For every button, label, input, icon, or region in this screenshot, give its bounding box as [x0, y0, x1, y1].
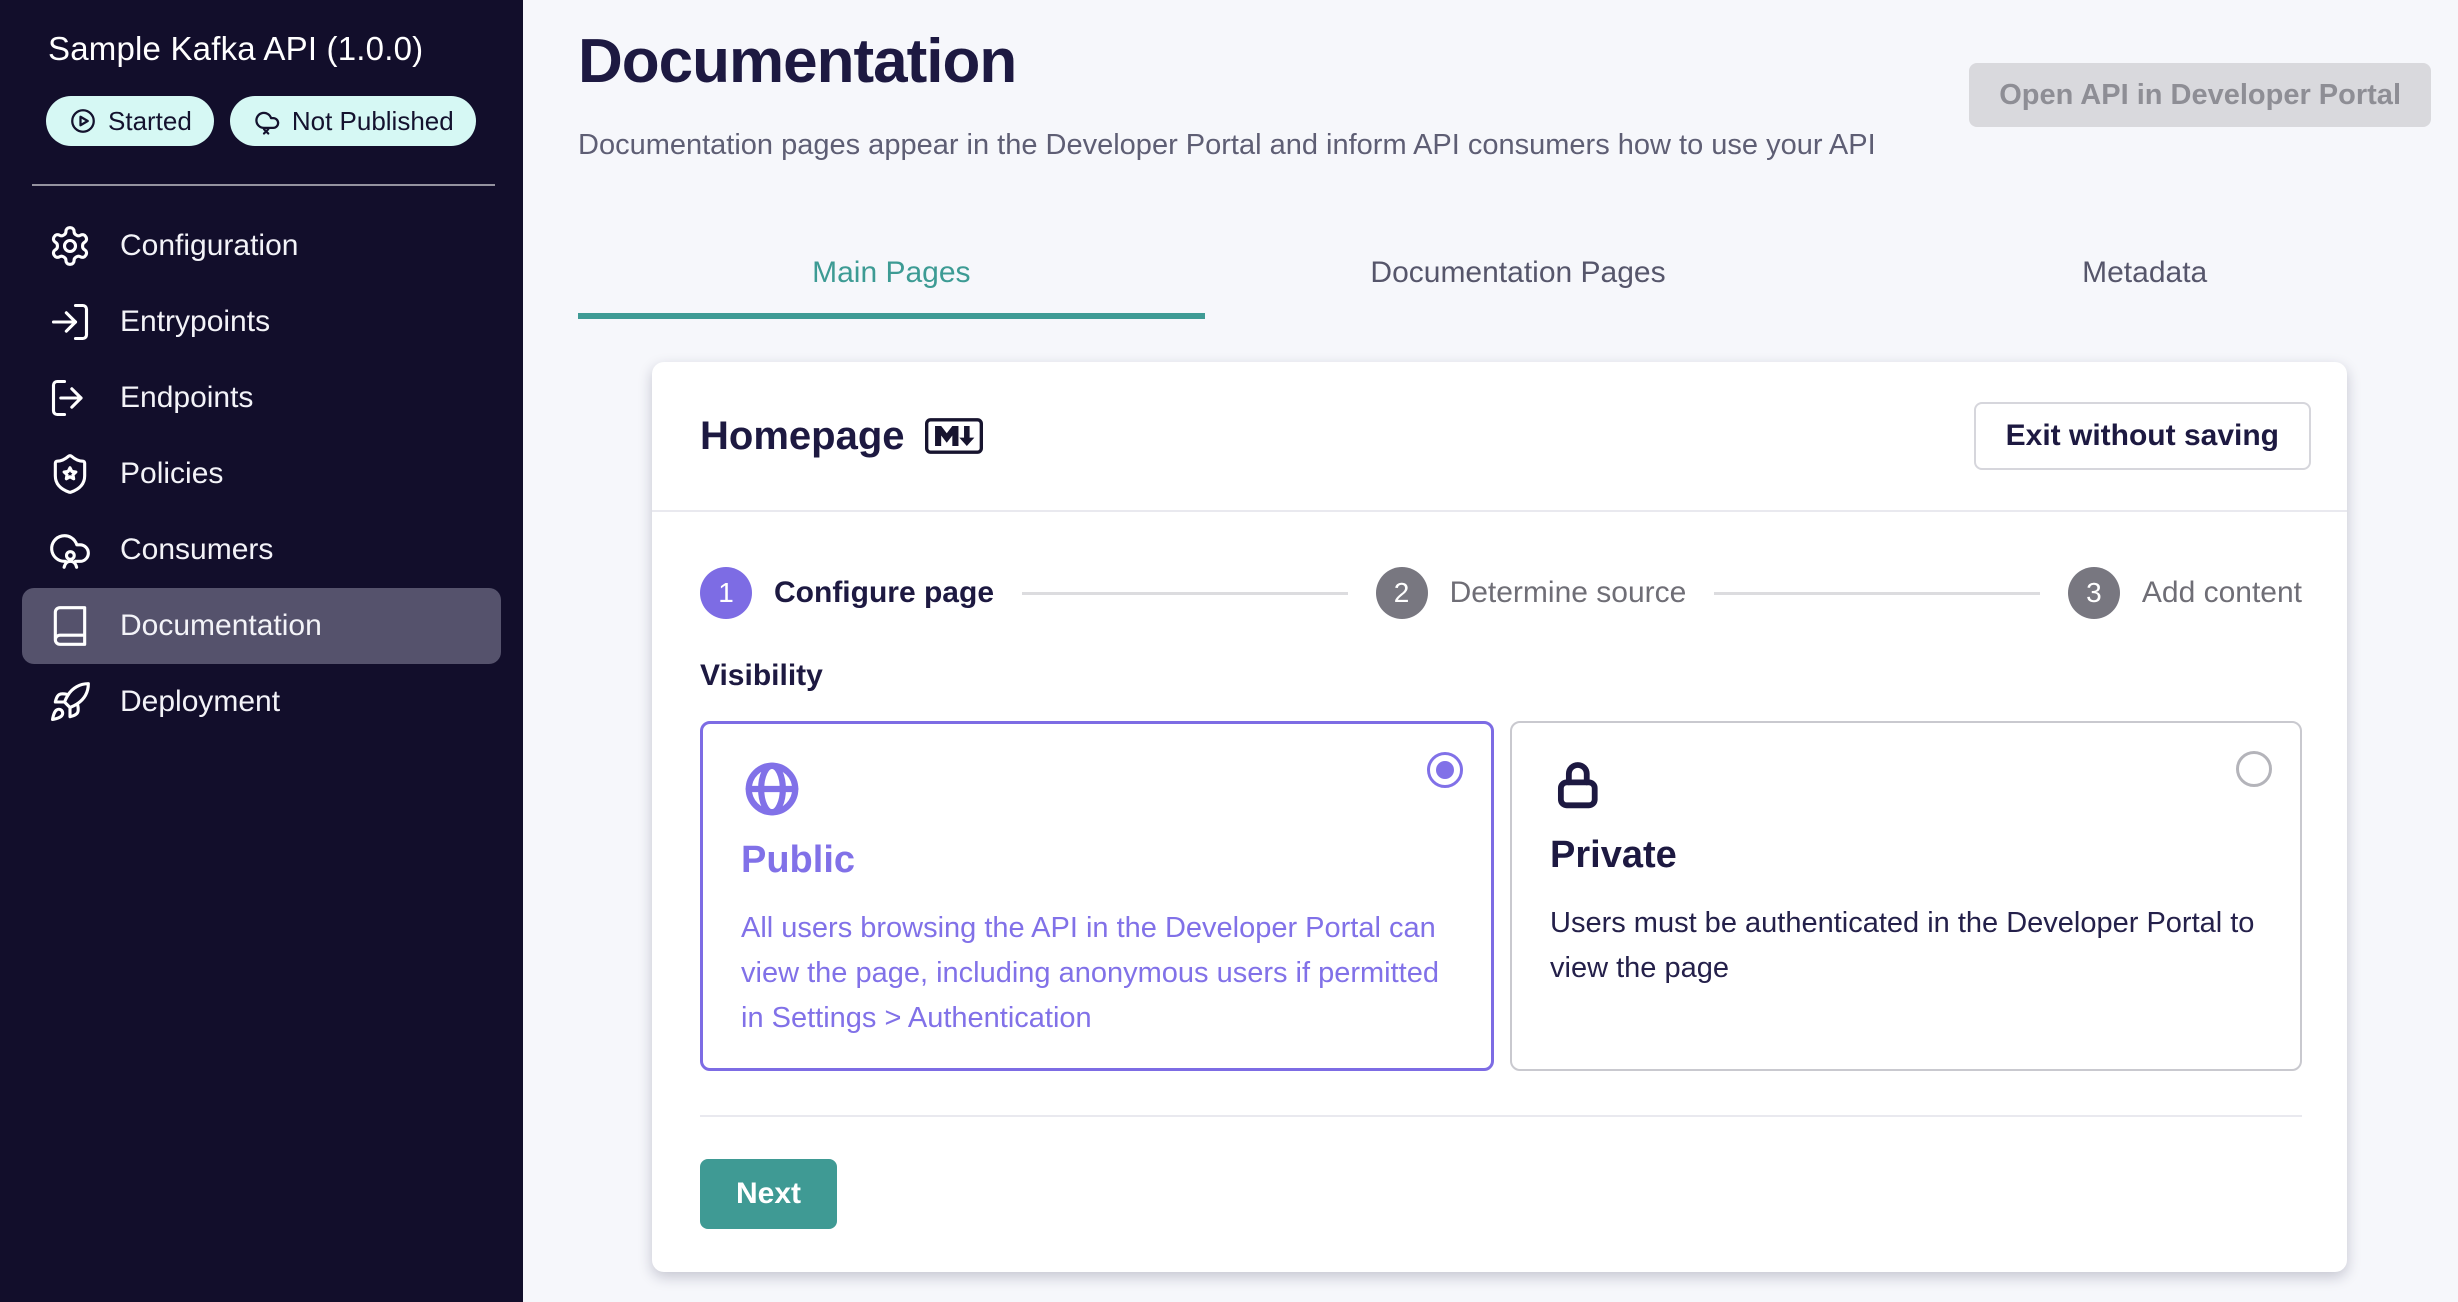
- cloud-user-icon: [48, 528, 92, 572]
- page-subtitle: Documentation pages appear in the Develo…: [578, 129, 2458, 162]
- app-screen: Sample Kafka API (1.0.0) Started Not Pub…: [0, 0, 2458, 1302]
- status-badge-label: Started: [108, 106, 192, 137]
- step-connector: [1714, 592, 2040, 595]
- step-number: 3: [2068, 567, 2120, 619]
- card-header: Homepage Exit without saving: [652, 362, 2347, 512]
- step-connector: [1022, 592, 1348, 595]
- option-description: Users must be authenticated in the Devel…: [1550, 901, 2262, 991]
- sidebar-item-configuration[interactable]: Configuration: [22, 208, 501, 284]
- exit-without-saving-button[interactable]: Exit without saving: [1974, 402, 2311, 470]
- sidebar-item-consumers[interactable]: Consumers: [22, 512, 501, 588]
- sidebar-item-label: Policies: [120, 457, 223, 491]
- card-title-wrap: Homepage: [700, 414, 983, 459]
- tab-metadata[interactable]: Metadata: [1831, 232, 2458, 319]
- step-add-content[interactable]: 3 Add content: [2068, 567, 2302, 619]
- sidebar-menu: Configuration Entrypoints Endpoints Poli…: [0, 208, 523, 740]
- main-content: Documentation Open API in Developer Port…: [523, 0, 2458, 1302]
- wizard-stepper: 1 Configure page 2 Determine source 3 Ad…: [700, 567, 2302, 619]
- tab-documentation-pages[interactable]: Documentation Pages: [1205, 232, 1832, 319]
- card-title: Homepage: [700, 414, 905, 459]
- markdown-icon: [925, 418, 983, 454]
- sidebar-item-label: Deployment: [120, 685, 280, 719]
- visibility-label: Visibility: [700, 659, 2302, 693]
- sidebar-divider: [32, 184, 495, 186]
- option-title: Public: [741, 839, 1453, 882]
- tab-label: Main Pages: [812, 256, 970, 290]
- sidebar-item-label: Entrypoints: [120, 305, 270, 339]
- sidebar-item-deployment[interactable]: Deployment: [22, 664, 501, 740]
- step-label: Configure page: [774, 576, 994, 610]
- step-label: Add content: [2142, 576, 2302, 610]
- sidebar-item-label: Configuration: [120, 229, 298, 263]
- tab-main-pages[interactable]: Main Pages: [578, 232, 1205, 319]
- next-button[interactable]: Next: [700, 1159, 837, 1229]
- cloud-unpublished-icon: [252, 106, 282, 136]
- tab-bar: Main Pages Documentation Pages Metadata: [578, 232, 2458, 319]
- lock-icon: [1550, 802, 1608, 819]
- step-determine-source[interactable]: 2 Determine source: [1376, 567, 1687, 619]
- gear-icon: [48, 224, 92, 268]
- api-title: Sample Kafka API (1.0.0): [0, 0, 523, 68]
- sidebar-item-policies[interactable]: Policies: [22, 436, 501, 512]
- sidebar-item-documentation[interactable]: Documentation: [22, 588, 501, 664]
- radio-dot: [1436, 761, 1454, 779]
- card-body: 1 Configure page 2 Determine source 3 Ad…: [652, 512, 2347, 1229]
- sidebar-item-label: Consumers: [120, 533, 273, 567]
- sidebar-item-entrypoints[interactable]: Entrypoints: [22, 284, 501, 360]
- status-badge-not-published: Not Published: [230, 96, 476, 146]
- sidebar-item-endpoints[interactable]: Endpoints: [22, 360, 501, 436]
- tab-label: Documentation Pages: [1370, 256, 1665, 290]
- rocket-icon: [48, 680, 92, 724]
- api-status-badges: Started Not Published: [0, 68, 523, 146]
- exit-arrow-icon: [48, 376, 92, 420]
- step-number: 2: [1376, 567, 1428, 619]
- status-badge-label: Not Published: [292, 106, 454, 137]
- open-api-in-developer-portal-button[interactable]: Open API in Developer Portal: [1969, 63, 2431, 127]
- sidebar-item-label: Endpoints: [120, 381, 253, 415]
- sidebar: Sample Kafka API (1.0.0) Started Not Pub…: [0, 0, 523, 1302]
- step-label: Determine source: [1450, 576, 1687, 610]
- sidebar-item-label: Documentation: [120, 609, 322, 643]
- book-icon: [48, 604, 92, 648]
- step-configure-page[interactable]: 1 Configure page: [700, 567, 994, 619]
- card-body-divider: [700, 1115, 2302, 1117]
- homepage-wizard-card: Homepage Exit without saving 1 Configure…: [652, 362, 2347, 1272]
- tab-label: Metadata: [2082, 256, 2207, 290]
- shield-star-icon: [48, 452, 92, 496]
- play-circle-icon: [68, 106, 98, 136]
- option-description: All users browsing the API in the Develo…: [741, 906, 1453, 1041]
- entry-arrow-icon: [48, 300, 92, 344]
- globe-icon: [741, 807, 803, 824]
- visibility-option-private[interactable]: Private Users must be authenticated in t…: [1510, 721, 2302, 1071]
- option-title: Private: [1550, 834, 2262, 877]
- radio-private-unselected[interactable]: [2236, 751, 2272, 787]
- visibility-options: Public All users browsing the API in the…: [700, 721, 2302, 1071]
- radio-public-selected[interactable]: [1427, 752, 1463, 788]
- step-number: 1: [700, 567, 752, 619]
- visibility-option-public[interactable]: Public All users browsing the API in the…: [700, 721, 1494, 1071]
- status-badge-started: Started: [46, 96, 214, 146]
